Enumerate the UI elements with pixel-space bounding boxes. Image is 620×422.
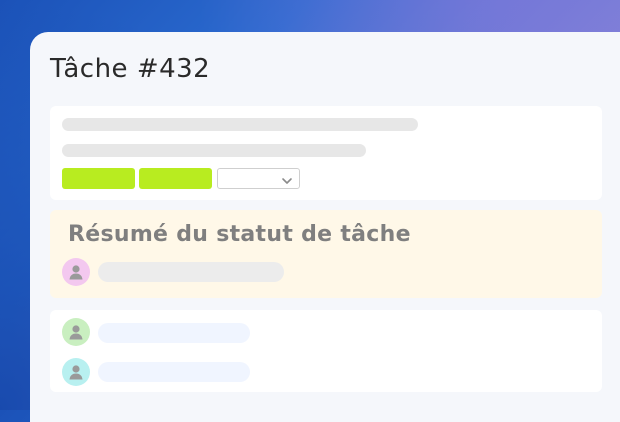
status-summary-card: Résumé du statut de tâche (50, 210, 602, 298)
user-icon (67, 323, 85, 341)
tag-badge[interactable] (62, 168, 135, 189)
avatar[interactable] (62, 258, 90, 286)
status-select[interactable] (217, 168, 300, 189)
page-title: Tâche #432 (50, 54, 211, 84)
assignees-card (50, 310, 602, 392)
task-window: Tâche #432 Résumé du statut de tâche (30, 32, 620, 422)
placeholder-line (98, 362, 250, 382)
placeholder-line (98, 262, 284, 282)
placeholder-line (98, 323, 250, 343)
summary-title: Résumé du statut de tâche (68, 222, 411, 247)
user-icon (67, 263, 85, 281)
task-details-card (50, 106, 602, 200)
tag-badge[interactable] (139, 168, 212, 189)
chevron-down-icon (281, 172, 293, 191)
user-icon (67, 363, 85, 381)
placeholder-line (62, 144, 366, 157)
placeholder-line (62, 118, 418, 131)
avatar[interactable] (62, 318, 90, 346)
avatar[interactable] (62, 358, 90, 386)
